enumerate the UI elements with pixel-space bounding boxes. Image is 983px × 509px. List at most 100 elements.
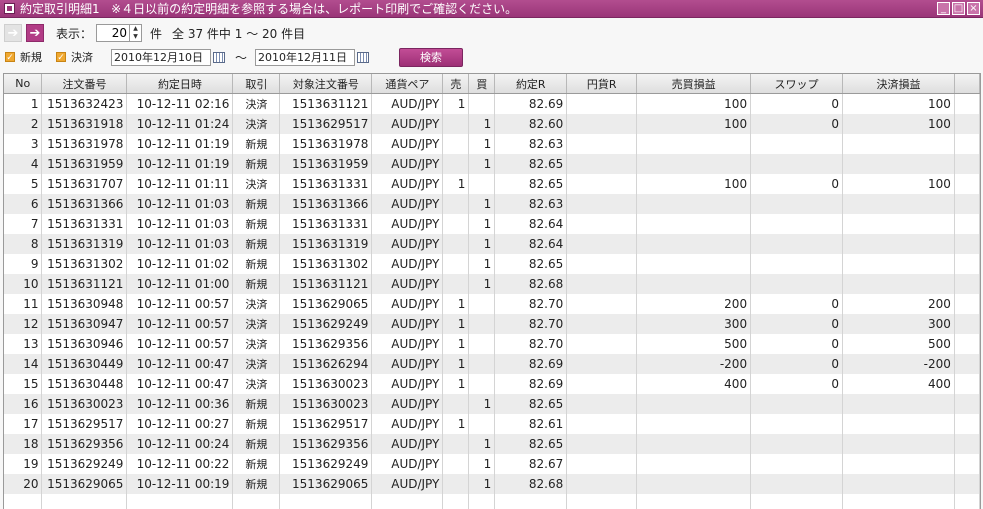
column-header[interactable]: 注文番号 [41,74,128,94]
table-cell: 82.69 [494,93,568,114]
column-header[interactable]: 約定日時 [126,74,234,94]
table-cell: 18 [4,433,43,454]
table-row[interactable]: 16 1513630023 10-12-11 00:36 新規 1513630023 AU… [4,393,980,414]
table-cell: 0 [750,333,843,354]
table-cell: 82.63 [494,193,568,214]
column-header[interactable]: スワップ [750,74,843,94]
table-cell: -200 [842,353,955,374]
table-row[interactable]: 7 1513631331 10-12-11 01:03 新規 1513631331 AUD… [4,213,980,234]
table-cell-filler [954,313,980,334]
stepper-up-icon[interactable]: ▲ [130,25,141,33]
table-header-row: No 注文番号 約定日時 取引 対象注文番号 通貨ペア売買約定R 円貨R 売買損益 スワップ 決済… [4,74,980,94]
table-cell [750,253,843,274]
table-cell: 1 [442,353,470,374]
column-header[interactable]: 取引 [232,74,281,94]
stepper-down-icon[interactable]: ▼ [130,33,141,41]
table-cell: AUD/JPY [371,153,444,174]
column-header[interactable]: No [4,74,43,94]
column-header[interactable]: 対象注文番号 [279,74,373,94]
table-cell: AUD/JPY [371,253,444,274]
settle-checkbox[interactable]: ✓ [56,52,66,63]
table-row[interactable]: 14 1513630449 10-12-11 00:47 決済 1513626294 AU… [4,353,980,374]
table-cell-filler [954,233,980,254]
table-cell: 決済 [232,313,281,334]
table-cell: 1513631331 [41,213,128,234]
date-to-field[interactable]: 2010年12月11日 [255,48,356,66]
table-cell [636,453,752,474]
table-cell [842,153,955,174]
table-cell: 決済 [232,373,281,394]
table-row[interactable]: 3 1513631978 10-12-11 01:19 新規 1513631978 AUD… [4,133,980,154]
table-cell: 1513631121 [279,273,373,294]
page-size-input[interactable] [97,26,130,40]
next-page-button[interactable]: ➔ [26,24,44,42]
table-cell: 新規 [232,133,281,154]
table-row[interactable]: 5 1513631707 10-12-11 01:11 決済 1513631331 AUD… [4,173,980,194]
table-cell [566,393,638,414]
table-row[interactable]: 18 1513629356 10-12-11 00:24 新規 1513629356 AU… [4,433,980,454]
table-row[interactable]: 12 1513630947 10-12-11 00:57 決済 1513629249 AU… [4,313,980,334]
table-cell: 1513631331 [279,173,373,194]
table-cell [750,193,843,214]
table-cell: AUD/JPY [371,233,444,254]
table-cell: 400 [636,373,752,394]
table-cell: 10-12-11 02:16 [126,93,234,114]
table-cell: AUD/JPY [371,293,444,314]
table-cell: 16 [4,393,43,414]
table-row[interactable]: 9 1513631302 10-12-11 01:02 新規 1513631302 AUD… [4,253,980,274]
table-cell: 1 [442,333,470,354]
table-row[interactable]: 15 1513630448 10-12-11 00:47 決済 1513630023 AU… [4,373,980,394]
column-header[interactable]: 円貨R [566,74,638,94]
prev-page-button[interactable]: ➔ [4,24,22,42]
table-row[interactable]: 19 1513629249 10-12-11 00:22 新規 1513629249 AU… [4,453,980,474]
table-cell [442,193,470,214]
table-cell: 4 [4,153,43,174]
minimize-icon[interactable]: _ [937,2,950,15]
table-cell [636,213,752,234]
date-from-field[interactable]: 2010年12月10日 [111,48,211,66]
table-cell [636,233,752,254]
table-row[interactable]: 6 1513631366 10-12-11 01:03 新規 1513631366 AUD… [4,193,980,214]
table-row[interactable]: 8 1513631319 10-12-11 01:03 新規 1513631319 AUD… [4,233,980,254]
table-cell: 100 [636,93,752,114]
column-header[interactable]: 通貨ペア [371,74,444,94]
column-header[interactable]: 約定R [494,74,568,94]
table-row[interactable]: 2 1513631918 10-12-11 01:24 決済 1513629517 AUD… [4,113,980,134]
table-cell: 82.68 [494,273,568,294]
column-header[interactable]: 買 [468,74,496,94]
table-row[interactable]: 11 1513630948 10-12-11 00:57 決済 1513629065 AU… [4,293,980,314]
table-cell: AUD/JPY [371,393,444,414]
column-header[interactable]: 決済損益 [842,74,955,94]
table-cell: 1 [468,213,496,234]
table-cell: -200 [636,353,752,374]
table-cell: 1 [442,373,470,394]
table-cell [750,153,843,174]
new-checkbox[interactable]: ✓ [5,52,15,63]
table-row[interactable]: 1 1513632423 10-12-11 02:16 決済 1513631121 AUD… [4,93,980,114]
table-row[interactable]: 13 1513630946 10-12-11 00:57 決済 1513629356 AU… [4,333,980,354]
table-row[interactable]: 10 1513631121 10-12-11 01:00 新規 1513631121 AU… [4,273,980,294]
table-row[interactable]: 4 1513631959 10-12-11 01:19 新規 1513631959 AUD… [4,153,980,174]
trade-table: No 注文番号 約定日時 取引 対象注文番号 通貨ペア売買約定R 円貨R 売買損益 スワップ 決済… [3,73,981,509]
table-cell: AUD/JPY [371,193,444,214]
calendar-icon[interactable] [357,51,370,63]
search-button[interactable]: 検索 [399,47,464,67]
table-cell [636,193,752,214]
table-cell [566,373,638,394]
table-row[interactable]: 17 1513629517 10-12-11 00:27 新規 1513629517 AU… [4,413,980,434]
table-row[interactable]: 20 1513629065 10-12-11 00:19 新規 1513629065 AU… [4,473,980,494]
stepper-arrows[interactable]: ▲ ▼ [129,25,141,41]
page-size-stepper[interactable]: ▲ ▼ [96,24,143,42]
table-cell: 1513631959 [279,153,373,174]
table-cell-filler [954,213,980,234]
maximize-icon[interactable]: □ [952,2,965,15]
calendar-icon[interactable] [213,51,225,63]
table-cell: 100 [842,93,955,114]
table-cell [566,113,638,134]
column-header[interactable]: 売買損益 [636,74,752,94]
column-header[interactable]: 売 [442,74,470,94]
table-cell: 10-12-11 00:47 [126,353,234,374]
table-cell: 1513629517 [279,413,373,434]
table-cell [636,433,752,454]
close-icon[interactable]: × [967,2,980,15]
